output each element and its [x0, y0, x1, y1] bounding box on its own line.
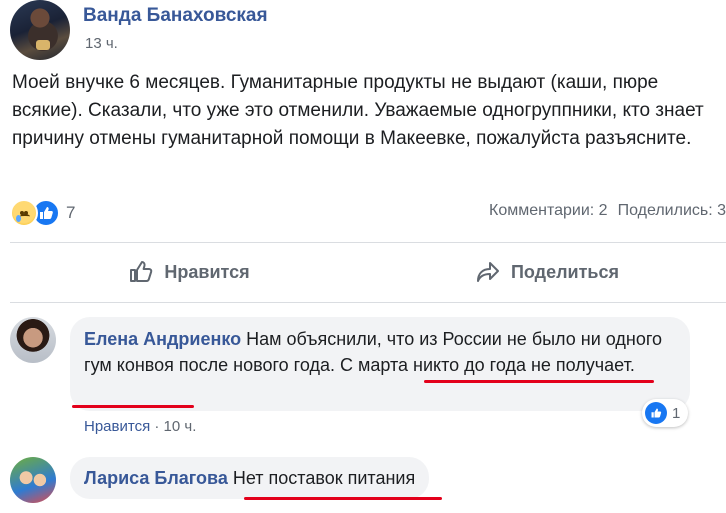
- like-button[interactable]: Нравится: [10, 243, 368, 301]
- separator-dot: ·: [154, 418, 160, 435]
- comment-timestamp[interactable]: 10 ч.: [164, 418, 197, 435]
- post-stats: Комментарии: 2 Поделились: 3: [489, 202, 726, 220]
- reactions-summary[interactable]: 7: [10, 199, 75, 227]
- comments-count-link[interactable]: Комментарии: 2: [489, 202, 608, 220]
- post-header: Ванда Банаховская 13 ч.: [10, 0, 726, 62]
- comment-like-link[interactable]: Нравится: [84, 418, 150, 435]
- comment-actions: Нравится · 10 ч.: [84, 418, 196, 435]
- post-author-name[interactable]: Ванда Банаховская: [83, 5, 268, 27]
- shares-count-link[interactable]: Поделились: 3: [618, 202, 726, 220]
- like-reaction-icon: [645, 402, 667, 424]
- commenter-avatar[interactable]: [10, 317, 56, 363]
- post-action-bar: Нравится Поделиться: [10, 243, 726, 301]
- divider: [10, 302, 726, 303]
- post-text: Моей внучке 6 месяцев. Гуманитарные прод…: [12, 72, 704, 149]
- annotation-underline: [424, 380, 654, 383]
- share-button-label: Поделиться: [510, 261, 620, 282]
- author-avatar[interactable]: [10, 0, 70, 60]
- reaction-count: 7: [66, 203, 76, 222]
- comment-reactions[interactable]: 1: [642, 399, 689, 427]
- comment-author[interactable]: Лариса Благова: [84, 468, 228, 488]
- like-button-label: Нравится: [164, 261, 250, 282]
- post-timestamp[interactable]: 13 ч.: [85, 35, 118, 52]
- comment-author[interactable]: Елена Андриенко: [84, 329, 241, 349]
- share-button[interactable]: Поделиться: [368, 243, 726, 301]
- sad-reaction-icon: [10, 199, 38, 227]
- annotation-underline: [244, 497, 442, 500]
- comment-bubble: Лариса Благова Нет поставок питания: [70, 457, 430, 499]
- commenter-avatar[interactable]: [10, 457, 56, 503]
- thumbs-up-icon: [130, 261, 153, 283]
- comment-bubble: Елена Андриенко Нам объяснили, что из Ро…: [70, 317, 690, 411]
- annotation-underline: [72, 405, 194, 408]
- comment-reaction-count: 1: [672, 404, 681, 422]
- share-arrow-icon: [476, 262, 499, 282]
- comment-text: Нет поставок питания: [232, 468, 416, 488]
